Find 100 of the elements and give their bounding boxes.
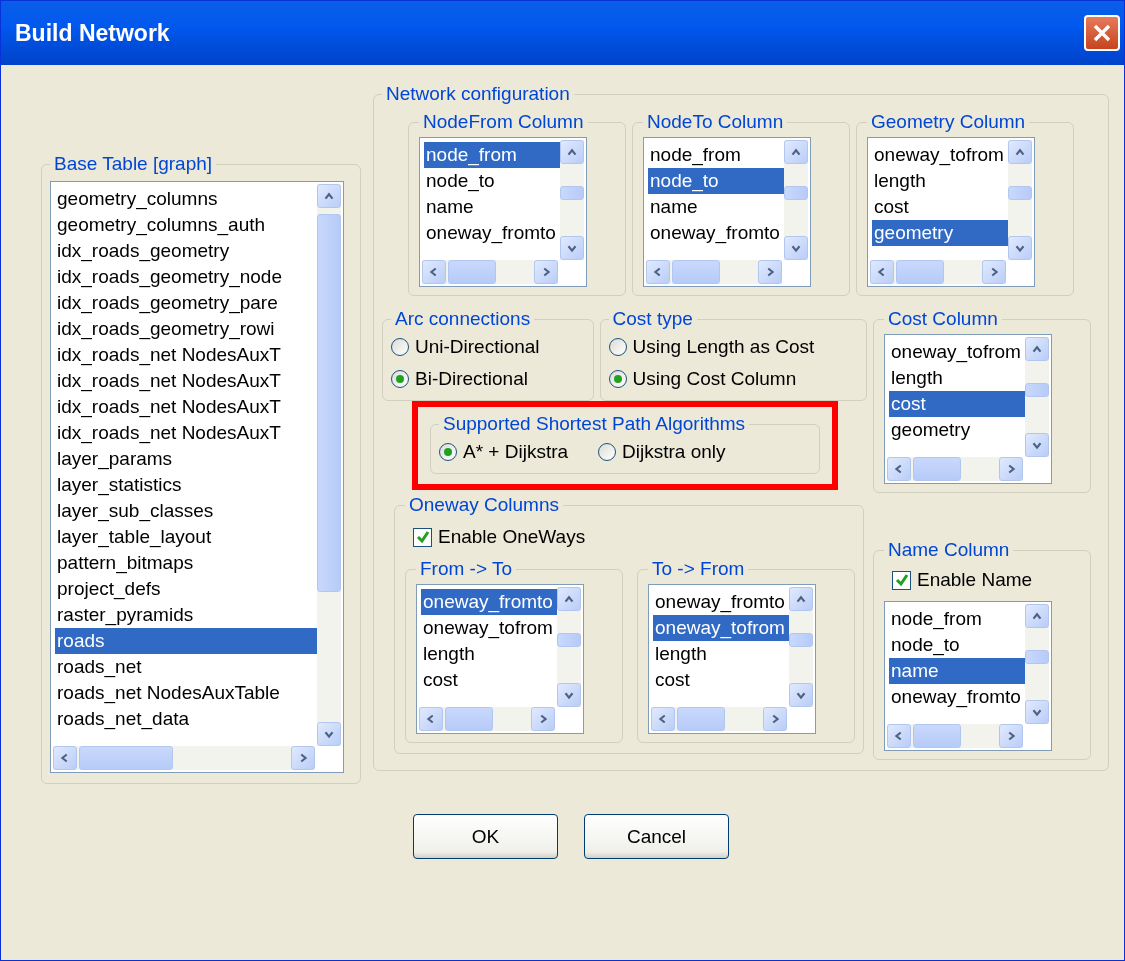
list-item[interactable]: layer_sub_classes xyxy=(55,498,317,524)
list-item[interactable]: idx_roads_geometry_rowi xyxy=(55,316,317,342)
scroll-left-button[interactable] xyxy=(887,457,911,481)
scroll-left-button[interactable] xyxy=(651,707,675,731)
checkbox[interactable]: Enable Name xyxy=(892,569,1082,591)
list-item[interactable]: length xyxy=(653,641,789,667)
list-item[interactable]: oneway_tofrom xyxy=(889,339,1025,365)
scroll-thumb[interactable] xyxy=(317,214,341,592)
scroll-left-button[interactable] xyxy=(53,746,77,770)
list-item[interactable]: oneway_tofrom xyxy=(872,142,1008,168)
horizontal-scrollbar[interactable] xyxy=(646,260,782,284)
scroll-thumb[interactable] xyxy=(896,260,944,284)
list-item[interactable]: roads_net xyxy=(55,654,317,680)
scroll-down-button[interactable] xyxy=(317,722,341,746)
radio-button[interactable]: Using Length as Cost xyxy=(608,336,858,358)
scroll-left-button[interactable] xyxy=(419,707,443,731)
list-box[interactable]: oneway_tofrom length cost geometry xyxy=(884,334,1052,484)
vertical-scrollbar[interactable] xyxy=(1025,604,1049,724)
scroll-left-button[interactable] xyxy=(887,724,911,748)
ok-button[interactable]: OK xyxy=(413,814,558,859)
list-item[interactable]: node_to xyxy=(648,168,784,194)
scroll-thumb[interactable] xyxy=(448,260,496,284)
list-box[interactable]: oneway_tofrom length cost geometry xyxy=(867,137,1035,287)
list-item[interactable]: layer_statistics xyxy=(55,472,317,498)
list-item[interactable]: name xyxy=(648,194,784,220)
list-item[interactable]: oneway_fromto xyxy=(653,589,789,615)
list-item[interactable]: geometry_columns_auth xyxy=(55,212,317,238)
scroll-right-button[interactable] xyxy=(534,260,558,284)
radio-button[interactable]: Bi-Directional xyxy=(391,368,585,390)
list-item[interactable]: node_from xyxy=(424,142,560,168)
list-item[interactable]: pattern_bitmaps xyxy=(55,550,317,576)
scroll-thumb[interactable] xyxy=(79,746,173,770)
checkbox[interactable]: Enable OneWays xyxy=(413,526,855,548)
horizontal-scrollbar[interactable] xyxy=(887,457,1023,481)
vertical-scrollbar[interactable] xyxy=(784,140,808,260)
list-item[interactable]: oneway_tofrom xyxy=(653,615,789,641)
list-item[interactable]: node_from xyxy=(889,606,1025,632)
list-item[interactable]: roads_net_data xyxy=(55,706,317,732)
radio-indicator[interactable] xyxy=(439,443,457,461)
list-item[interactable]: oneway_fromto xyxy=(424,220,560,246)
radio-indicator[interactable] xyxy=(608,338,627,356)
list-item[interactable]: geometry xyxy=(889,417,1025,443)
scroll-left-button[interactable] xyxy=(646,260,670,284)
list-box[interactable]: oneway_fromto oneway_tofrom length cost xyxy=(416,584,584,734)
list-item[interactable]: geometry_columns xyxy=(55,186,317,212)
scroll-down-button[interactable] xyxy=(1025,433,1049,457)
scroll-up-button[interactable] xyxy=(784,140,808,164)
radio-button[interactable]: Dijkstra only xyxy=(598,441,726,463)
list-item[interactable]: cost xyxy=(889,391,1025,417)
list-item[interactable]: idx_roads_geometry_pare xyxy=(55,290,317,316)
scroll-thumb[interactable] xyxy=(560,186,584,200)
scroll-right-button[interactable] xyxy=(531,707,555,731)
vertical-scrollbar[interactable] xyxy=(789,587,813,707)
scroll-up-button[interactable] xyxy=(1025,604,1049,628)
list-item[interactable]: raster_pyramids xyxy=(55,602,317,628)
vertical-scrollbar[interactable] xyxy=(1025,337,1049,457)
list-item[interactable]: cost xyxy=(872,194,1008,220)
radio-button[interactable]: Using Cost Column xyxy=(608,368,858,390)
list-item[interactable]: node_to xyxy=(424,168,560,194)
scroll-right-button[interactable] xyxy=(999,457,1023,481)
horizontal-scrollbar[interactable] xyxy=(651,707,787,731)
vertical-scrollbar[interactable] xyxy=(560,140,584,260)
scroll-thumb[interactable] xyxy=(677,707,725,731)
list-item[interactable]: roads xyxy=(55,628,317,654)
list-item[interactable]: idx_roads_net NodesAuxT xyxy=(55,420,317,446)
close-button[interactable] xyxy=(1084,15,1120,51)
list-box[interactable]: node_from node_to name oneway_fromto xyxy=(643,137,811,287)
list-item[interactable]: idx_roads_geometry_node xyxy=(55,264,317,290)
list-item[interactable]: oneway_fromto xyxy=(889,684,1025,710)
list-item[interactable]: idx_roads_net NodesAuxT xyxy=(55,394,317,420)
horizontal-scrollbar[interactable] xyxy=(422,260,558,284)
list-item[interactable]: idx_roads_net NodesAuxT xyxy=(55,368,317,394)
scroll-down-button[interactable] xyxy=(1025,700,1049,724)
list-item[interactable]: length xyxy=(889,365,1025,391)
list-item[interactable]: node_from xyxy=(648,142,784,168)
horizontal-scrollbar[interactable] xyxy=(887,724,1023,748)
scroll-up-button[interactable] xyxy=(557,587,581,611)
vertical-scrollbar[interactable] xyxy=(557,587,581,707)
scroll-up-button[interactable] xyxy=(1008,140,1032,164)
scroll-down-button[interactable] xyxy=(1008,236,1032,260)
list-item[interactable]: idx_roads_geometry xyxy=(55,238,317,264)
radio-button[interactable]: Uni-Directional xyxy=(391,336,585,358)
list-item[interactable]: oneway_fromto xyxy=(421,589,557,615)
scroll-thumb[interactable] xyxy=(1025,650,1049,664)
list-item[interactable]: idx_roads_net NodesAuxT xyxy=(55,342,317,368)
scroll-right-button[interactable] xyxy=(763,707,787,731)
list-item[interactable]: roads_net NodesAuxTable xyxy=(55,680,317,706)
scroll-right-button[interactable] xyxy=(999,724,1023,748)
scroll-down-button[interactable] xyxy=(789,683,813,707)
radio-indicator[interactable] xyxy=(608,370,627,388)
scroll-left-button[interactable] xyxy=(870,260,894,284)
list-item[interactable]: oneway_tofrom xyxy=(421,615,557,641)
list-item[interactable]: oneway_fromto xyxy=(648,220,784,246)
scroll-thumb[interactable] xyxy=(445,707,493,731)
cancel-button[interactable]: Cancel xyxy=(584,814,729,859)
scroll-thumb[interactable] xyxy=(784,186,808,200)
scroll-right-button[interactable] xyxy=(291,746,315,770)
scroll-left-button[interactable] xyxy=(422,260,446,284)
list-item[interactable]: project_defs xyxy=(55,576,317,602)
scroll-right-button[interactable] xyxy=(758,260,782,284)
